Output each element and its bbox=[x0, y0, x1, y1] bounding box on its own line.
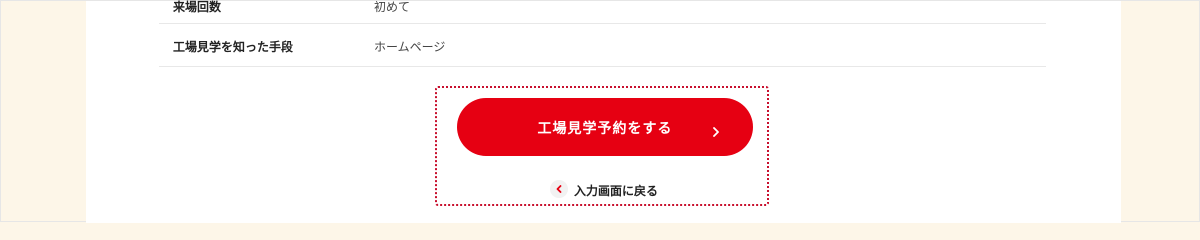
confirmation-card: 来場回数 初めて 工場見学を知った手段 ホームページ 工場見学予約をする 入力画… bbox=[86, 0, 1121, 223]
row-label: 来場回数 bbox=[173, 0, 222, 14]
back-to-input-label: 入力画面に戻る bbox=[574, 184, 659, 198]
confirmation-row-visit-count: 来場回数 初めて bbox=[159, 0, 1046, 24]
action-area: 工場見学予約をする 入力画面に戻る bbox=[435, 86, 769, 206]
submit-reservation-label: 工場見学予約をする bbox=[537, 121, 673, 137]
submit-reservation-button[interactable]: 工場見学予約をする bbox=[457, 98, 753, 156]
page-frame: 来場回数 初めて 工場見学を知った手段 ホームページ 工場見学予約をする 入力画… bbox=[0, 0, 1200, 223]
row-value: 初めて bbox=[374, 0, 411, 14]
confirmation-row-referral-source: 工場見学を知った手段 ホームページ bbox=[159, 23, 1046, 67]
chevron-right-icon bbox=[711, 122, 721, 137]
row-label: 工場見学を知った手段 bbox=[173, 40, 294, 54]
chevron-left-circle-icon bbox=[550, 180, 568, 198]
row-value: ホームページ bbox=[374, 40, 446, 54]
